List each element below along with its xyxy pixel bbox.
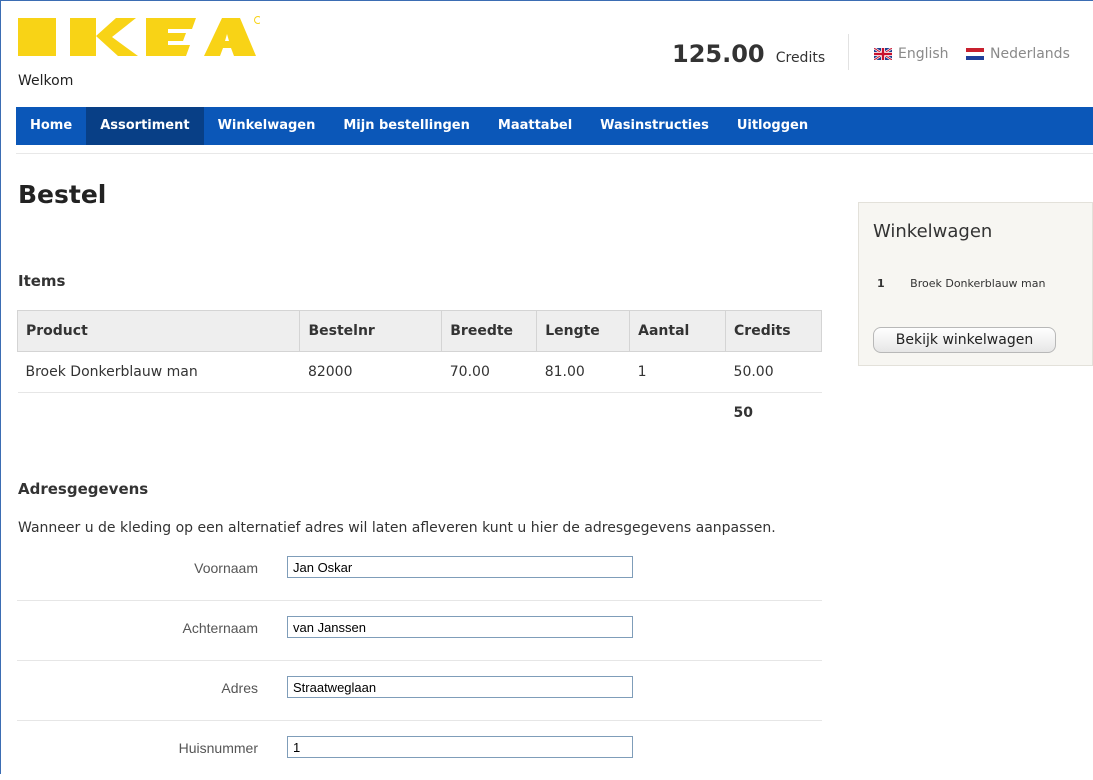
- nav-assortiment[interactable]: Assortiment: [86, 107, 204, 145]
- cell-aantal: 1: [629, 351, 726, 393]
- voornaam-input[interactable]: [287, 556, 633, 578]
- form-row-achternaam: Achternaam: [17, 600, 822, 661]
- nav-wasinstructies[interactable]: Wasinstructies: [586, 107, 723, 145]
- column-header-aantal: Aantal: [629, 310, 727, 352]
- adres-input[interactable]: [287, 676, 633, 698]
- nav-mijn-bestellingen[interactable]: Mijn bestellingen: [329, 107, 484, 145]
- cell-product: Broek Donkerblauw man: [17, 351, 300, 393]
- address-section-title: Adresgegevens: [18, 480, 149, 498]
- nav-uitloggen[interactable]: Uitloggen: [723, 107, 822, 145]
- table-total-row: 50: [18, 393, 822, 434]
- language-english-link[interactable]: English: [874, 46, 949, 62]
- column-header-credits: Credits: [725, 310, 822, 352]
- view-cart-button[interactable]: Bekijk winkelwagen: [873, 327, 1056, 353]
- address-description: Wanneer u de kleding op een alternatief …: [18, 520, 776, 536]
- huisnummer-label: Huisnummer: [178, 740, 258, 756]
- nav-home[interactable]: Home: [16, 107, 86, 145]
- nav-divider: [16, 153, 1093, 154]
- cell-lengte: 81.00: [536, 351, 630, 393]
- ikea-logo: [18, 16, 260, 56]
- credits-amount: 125.00: [672, 40, 765, 68]
- language-dutch-link[interactable]: Nederlands: [966, 46, 1070, 62]
- cell-breedte: 70.00: [441, 351, 537, 393]
- achternaam-input[interactable]: [287, 616, 633, 638]
- form-row-huisnummer: Huisnummer: [17, 720, 822, 780]
- cart-item-name: Broek Donkerblauw man: [910, 277, 1046, 290]
- cart-item-qty: 1: [877, 277, 885, 290]
- adres-label: Adres: [221, 680, 258, 696]
- voornaam-label: Voornaam: [194, 560, 258, 576]
- form-row-adres: Adres: [17, 660, 822, 721]
- cart-title: Winkelwagen: [873, 221, 993, 242]
- column-header-lengte: Lengte: [536, 310, 631, 352]
- language-dutch-label: Nederlands: [990, 46, 1070, 62]
- nl-flag-icon: [966, 48, 984, 60]
- items-table: Product Bestelnr Breedte Lengte Aantal C…: [16, 310, 822, 434]
- uk-flag-icon: [874, 48, 892, 60]
- nav-winkelwagen[interactable]: Winkelwagen: [204, 107, 330, 145]
- form-row-voornaam: Voornaam: [17, 540, 822, 601]
- language-english-label: English: [898, 46, 949, 62]
- welcome-text: Welkom: [18, 73, 74, 89]
- achternaam-label: Achternaam: [182, 620, 258, 636]
- nav-maattabel[interactable]: Maattabel: [484, 107, 586, 145]
- column-header-product: Product: [16, 310, 301, 352]
- cell-credits: 50.00: [725, 351, 822, 393]
- table-row: Broek Donkerblauw man 82000 70.00 81.00 …: [17, 351, 822, 393]
- column-header-breedte: Breedte: [441, 310, 538, 352]
- total-credits: 50: [733, 405, 754, 421]
- main-nav: Home Assortiment Winkelwagen Mijn bestel…: [16, 107, 1093, 145]
- header-separator: [848, 34, 849, 70]
- page-title: Bestel: [18, 180, 107, 209]
- column-header-bestelnr: Bestelnr: [299, 310, 443, 352]
- items-section-title: Items: [18, 272, 66, 290]
- credits-display: 125.00 Credits: [672, 40, 825, 68]
- cell-bestelnr: 82000: [299, 351, 442, 393]
- credits-label: Credits: [775, 50, 826, 66]
- cart-sidebar: Winkelwagen 1 Broek Donkerblauw man Beki…: [858, 202, 1093, 366]
- items-table-header: Product Bestelnr Breedte Lengte Aantal C…: [16, 310, 822, 352]
- huisnummer-input[interactable]: [287, 736, 633, 758]
- cart-item: 1 Broek Donkerblauw man: [877, 277, 1045, 290]
